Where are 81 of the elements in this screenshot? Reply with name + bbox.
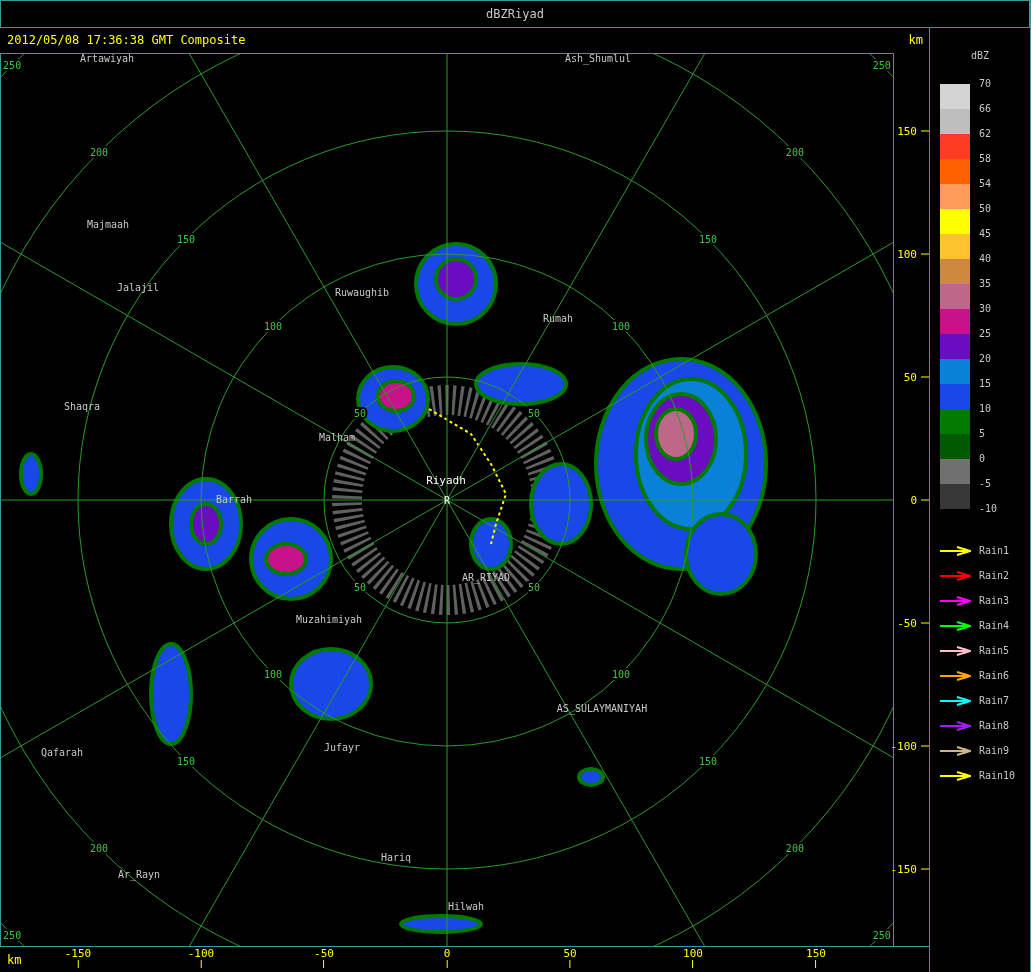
scale-label: 45	[979, 227, 993, 241]
axis-unit: km	[908, 33, 923, 48]
track-label: Rain7	[979, 695, 1010, 706]
axis-tick-label: -50	[314, 946, 334, 960]
range-label: 250	[872, 929, 891, 941]
scale-label: -10	[979, 502, 998, 516]
axis-tick-label: 100	[683, 946, 703, 960]
radar-marker: R	[444, 494, 450, 506]
place-label: Ar_Rayn	[117, 868, 161, 880]
place-label: AR_RIYAD	[461, 571, 511, 583]
legend-title: dBZ	[971, 50, 991, 61]
axis-tick-label: 150	[897, 124, 917, 137]
track-label: Rain8	[979, 720, 1010, 731]
scale-label: 66	[979, 102, 993, 116]
range-label: 200	[785, 146, 804, 158]
track-label: Rain1	[979, 545, 1010, 556]
place-label: Ash_Shumlul	[564, 53, 632, 64]
axis-tick-label: 100	[897, 247, 917, 260]
scale-label: 50	[979, 202, 993, 216]
range-label: 50	[527, 581, 540, 593]
place-label: Qafarah	[40, 746, 84, 758]
axis-tick-label: 0	[910, 493, 917, 506]
place-label: Ruwaughib	[334, 286, 390, 298]
place-label: Jalajil	[116, 281, 160, 293]
track-label: Rain6	[979, 670, 1010, 681]
place-label: Majmaah	[86, 218, 130, 230]
track-label: Rain4	[979, 620, 1010, 631]
range-label: 100	[611, 320, 630, 332]
axis-tick-label: -50	[897, 616, 917, 629]
range-label: 100	[611, 668, 630, 680]
radar-site-label: Riyadh	[426, 473, 466, 487]
axis-tick-label: 50	[903, 370, 917, 383]
scale-label: 15	[979, 377, 993, 391]
scale-label: 62	[979, 127, 993, 141]
window-title: dBZRiyad	[486, 7, 544, 21]
place-label: Hariq	[380, 851, 412, 863]
scale-label: 35	[979, 277, 993, 291]
range-label: 100	[264, 668, 283, 680]
scale-label: 54	[979, 177, 993, 191]
range-label: 250	[3, 929, 22, 941]
range-label: 200	[90, 146, 109, 158]
track-label: Rain10	[979, 770, 1016, 781]
axis-tick-label: 150	[806, 946, 826, 960]
range-label: 200	[90, 842, 109, 854]
range-label: 50	[527, 407, 540, 419]
range-label: 250	[3, 59, 22, 71]
range-label: 100	[264, 320, 283, 332]
place-label: Artawiyah	[79, 53, 135, 64]
axis-tick-label: -100	[187, 946, 215, 960]
scale-label: 70	[979, 77, 993, 91]
scale-label: 25	[979, 327, 993, 341]
scale-label: 40	[979, 252, 993, 266]
scale-label: 30	[979, 302, 993, 316]
place-label: Shaqra	[63, 400, 101, 412]
place-label: Malham	[318, 431, 356, 443]
range-label: 50	[354, 407, 367, 419]
range-label: 50	[354, 581, 367, 593]
scale-label: -5	[979, 477, 993, 491]
range-label: 150	[698, 755, 717, 767]
scale-label: 0	[979, 452, 987, 466]
place-label: Jufayr	[323, 741, 361, 753]
track-label: Rain2	[979, 570, 1010, 581]
track-label: Rain9	[979, 745, 1010, 756]
axis-tick-label: 0	[443, 946, 451, 960]
place-label: Hilwah	[447, 900, 485, 912]
range-label: 250	[872, 59, 891, 71]
place-label: AS_SULAYMANIYAH	[556, 702, 648, 714]
timestamp: 2012/05/08 17:36:38 GMT Composite	[7, 33, 246, 48]
axis-tick-label: -150	[64, 946, 92, 960]
range-label: 150	[177, 755, 196, 767]
axis-unit: km	[7, 952, 22, 967]
scale-label: 20	[979, 352, 993, 366]
scale-label: 5	[979, 427, 987, 441]
track-label: Rain3	[979, 595, 1010, 606]
place-label: Muzahimiyah	[295, 613, 363, 625]
scale-label: 58	[979, 152, 993, 166]
place-label: Rumah	[542, 312, 574, 324]
range-label: 200	[785, 842, 804, 854]
track-label: Rain5	[979, 645, 1010, 656]
scale-label: 10	[979, 402, 993, 416]
axis-tick-label: 50	[563, 946, 577, 960]
